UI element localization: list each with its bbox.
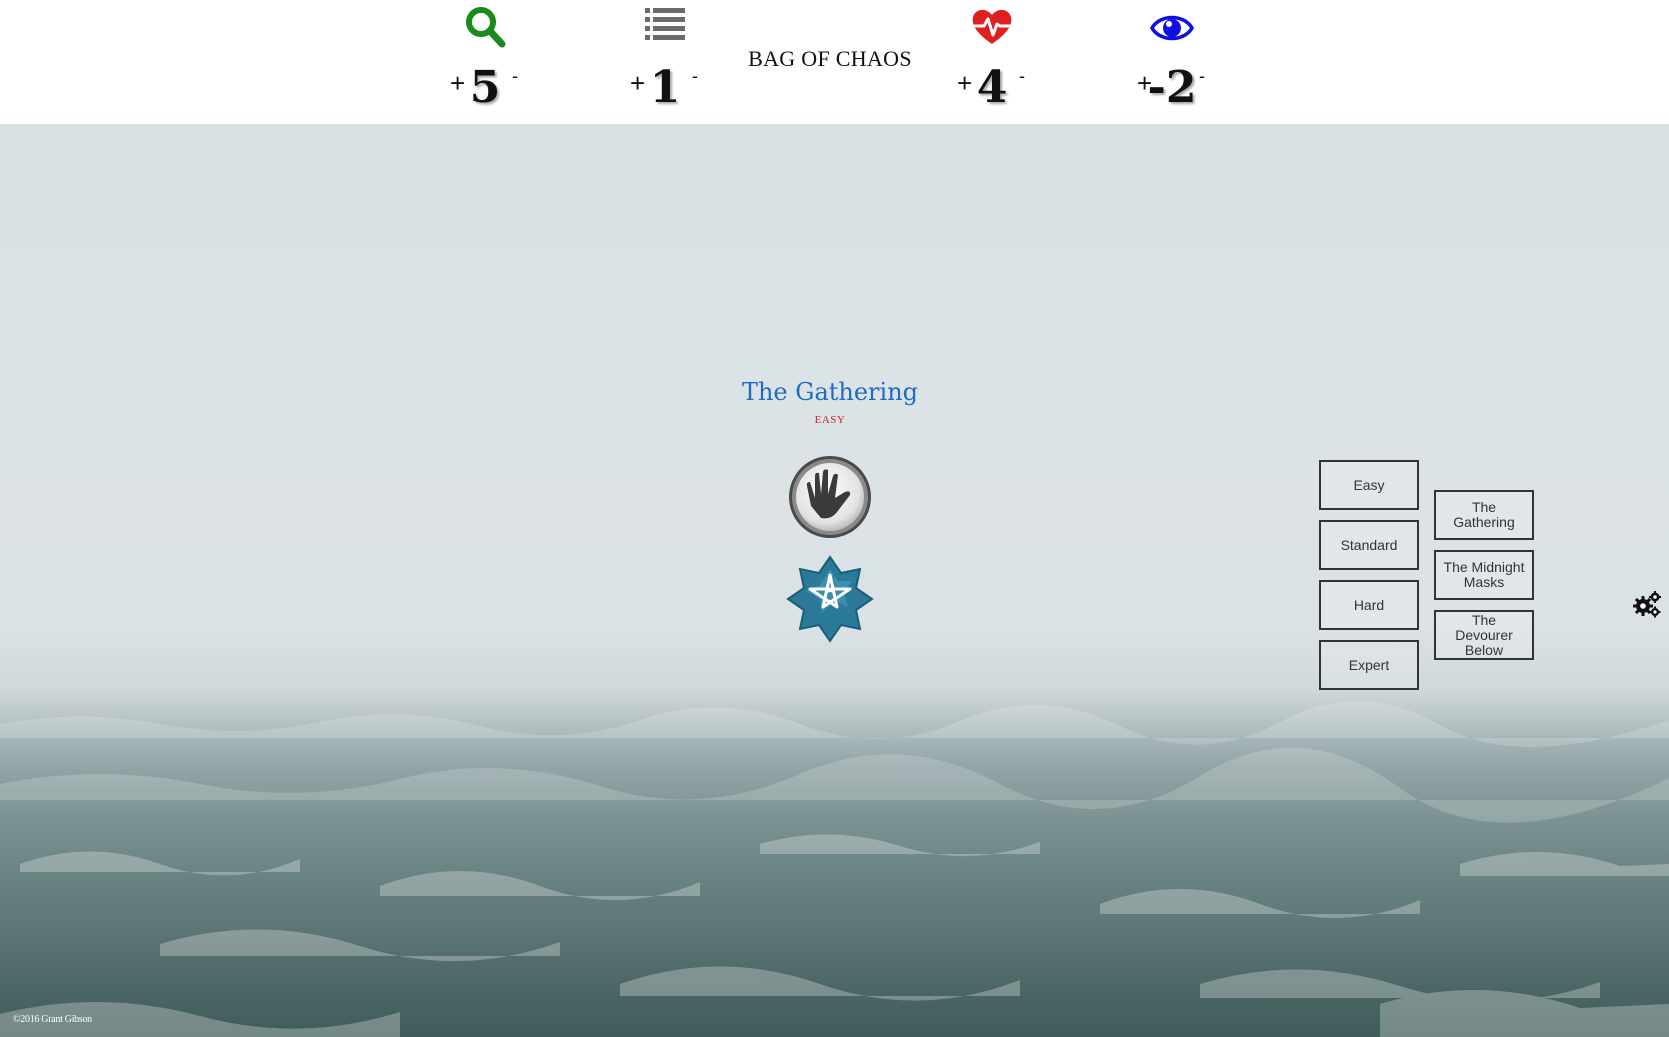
decrement-button[interactable]: - xyxy=(692,66,698,87)
stat-value: 5 xyxy=(469,62,501,113)
stat-value: -2 xyxy=(1147,62,1197,113)
stat-value: 4 xyxy=(976,62,1008,113)
hand-token-icon[interactable] xyxy=(787,454,873,540)
stat-health: + 4 - xyxy=(947,0,1037,124)
eye-icon xyxy=(1150,15,1194,41)
decrement-button[interactable]: - xyxy=(1019,66,1025,87)
scenario-midnight-masks-button[interactable]: The Midnight Masks xyxy=(1434,550,1534,600)
list-icon xyxy=(645,8,685,40)
stat-value: 1 xyxy=(649,62,681,113)
increment-button[interactable]: + xyxy=(450,68,465,99)
decrement-button[interactable]: - xyxy=(512,66,518,87)
copyright: ©2016 Grant Gibson xyxy=(13,1014,92,1025)
increment-button[interactable]: + xyxy=(957,68,972,99)
scenario-the-gathering-button[interactable]: The Gathering xyxy=(1434,490,1534,540)
magnifier-icon xyxy=(466,7,506,48)
increment-button[interactable]: + xyxy=(630,68,645,99)
stat-search: + 5 - xyxy=(440,0,530,124)
difficulty-easy-button[interactable]: Easy xyxy=(1319,460,1419,510)
difficulty-hard-button[interactable]: Hard xyxy=(1319,580,1419,630)
elder-sign-token-icon[interactable] xyxy=(786,555,874,643)
scenario-devourer-below-button[interactable]: The Devourer Below xyxy=(1434,610,1534,660)
stat-list: + 1 - xyxy=(620,0,710,124)
difficulty-standard-button[interactable]: Standard xyxy=(1319,520,1419,570)
scenario-difficulty: EASY xyxy=(814,414,846,426)
heartbeat-icon xyxy=(972,9,1012,44)
scenario-title: The Gathering xyxy=(741,378,919,406)
settings-gears-icon[interactable] xyxy=(1632,590,1662,618)
app-title: BAG OF CHAOS xyxy=(748,46,912,71)
stat-eye: + -2 - xyxy=(1127,0,1217,124)
top-bar: + 5 - + 1 - BAG OF CHAOS + 4 - + -2 - xyxy=(0,0,1669,124)
difficulty-expert-button[interactable]: Expert xyxy=(1319,640,1419,690)
decrement-button[interactable]: - xyxy=(1199,66,1205,87)
